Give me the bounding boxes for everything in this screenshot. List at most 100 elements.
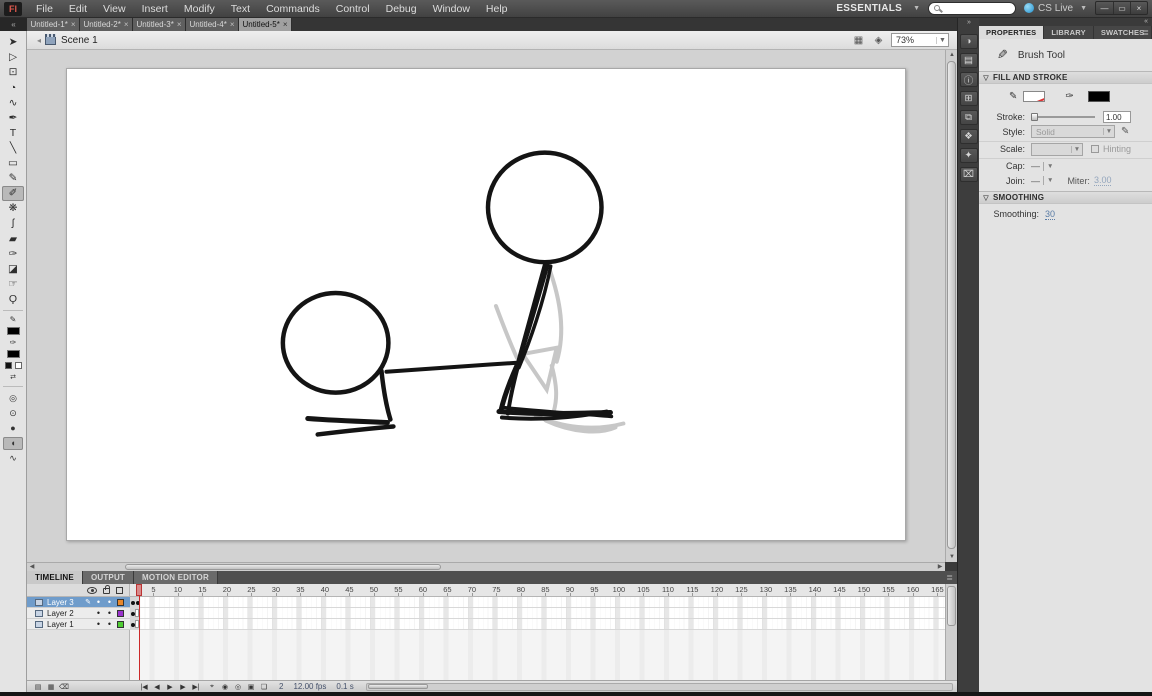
stroke-style-dropdown[interactable]: Solid ▼	[1031, 125, 1115, 138]
no-color-button[interactable]	[15, 362, 22, 369]
object-drawing-toggle[interactable]: ◎	[3, 392, 23, 405]
hinting-checkbox[interactable]	[1091, 145, 1099, 153]
toolbar-collapse-icon[interactable]: «	[0, 18, 27, 31]
layer-frame-row[interactable]	[130, 608, 945, 619]
eraser-tool[interactable]: ◪	[2, 261, 24, 276]
new-layer-button[interactable]: ▤	[33, 683, 43, 691]
playhead-marker[interactable]	[136, 584, 142, 596]
layer-frame-row[interactable]	[130, 619, 945, 630]
brush-shape-option[interactable]: ◖	[3, 437, 23, 450]
pasteboard[interactable]	[27, 50, 945, 562]
project-panel[interactable]: ⌧	[960, 167, 978, 182]
layer-name[interactable]: Layer 1	[47, 620, 83, 629]
scene-name[interactable]: Scene 1	[61, 35, 98, 46]
layer-frame-row[interactable]	[130, 597, 945, 608]
delete-layer-button[interactable]: ⌫	[59, 683, 69, 691]
step-back-button[interactable]: ◀	[152, 683, 162, 691]
tab-close-icon[interactable]: ×	[177, 20, 182, 29]
frames-horizontal-scrollbar[interactable]	[366, 683, 953, 691]
brush-tool[interactable]: ✐	[2, 186, 24, 201]
join-dropdown[interactable]: — ▼	[1031, 176, 1053, 186]
layer-visibility-dot[interactable]: •	[93, 621, 104, 627]
menu-item[interactable]: Modify	[176, 1, 223, 17]
menu-item[interactable]: Window	[425, 1, 478, 17]
scale-dropdown[interactable]: ▼	[1031, 143, 1083, 156]
new-folder-button[interactable]: ▦	[46, 683, 56, 691]
components-panel[interactable]: ❖	[960, 129, 978, 144]
properties-panel-menu-icon[interactable]: ≣	[1142, 28, 1149, 37]
back-arrow-icon[interactable]: ◂	[37, 36, 41, 45]
edit-scene-button[interactable]: ▦	[851, 34, 866, 46]
layer-color-chip[interactable]	[117, 610, 124, 617]
tab-close-icon[interactable]: ×	[71, 20, 76, 29]
cap-dropdown[interactable]: — ▼	[1031, 161, 1053, 171]
layer-visibility-dot[interactable]: •	[93, 610, 104, 616]
menu-item[interactable]: Debug	[378, 1, 425, 17]
timeline-scroll-thumb[interactable]	[947, 586, 956, 626]
smoothing-value[interactable]: 30	[1045, 209, 1055, 220]
rectangle-tool[interactable]: ▭	[2, 156, 24, 171]
timeline-tab[interactable]: TIMELINE	[27, 571, 83, 584]
fill-color-swatch[interactable]	[1088, 91, 1110, 102]
play-button[interactable]: ▶	[165, 683, 175, 691]
step-forward-button[interactable]: ▶	[178, 683, 188, 691]
stroke-color-swatch[interactable]	[1023, 91, 1045, 102]
lock-layers-icon[interactable]	[103, 588, 110, 594]
panel-collapse-icon[interactable]: «	[1144, 18, 1148, 26]
properties-tab[interactable]: PROPERTIES	[979, 26, 1044, 39]
cs-live-button[interactable]: CS Live ▼	[1024, 3, 1087, 14]
layer-color-chip[interactable]	[117, 599, 124, 606]
brush-smoothing-option[interactable]: ∿	[3, 452, 23, 465]
free-transform-tool[interactable]: ⊡	[2, 65, 24, 80]
timeline-panel-menu-icon[interactable]: ≣	[946, 573, 953, 582]
document-tab[interactable]: Untitled-1* ×	[27, 18, 80, 31]
paint-bucket-tool[interactable]: ▰	[2, 231, 24, 246]
slider-thumb[interactable]	[1031, 113, 1038, 121]
frames-scroll-thumb[interactable]	[368, 684, 428, 689]
frames-area[interactable]	[130, 597, 945, 680]
3d-rotation-tool[interactable]: ◔	[2, 80, 24, 95]
menu-item[interactable]: View	[95, 1, 134, 17]
timeline-vertical-scrollbar[interactable]	[945, 584, 957, 680]
stage-zoom-combo[interactable]: 73% ▼	[891, 33, 949, 47]
center-frame-button[interactable]: ⌖	[207, 683, 217, 691]
workspace-switcher[interactable]: ESSENTIALS	[836, 3, 902, 14]
onion-skin-button[interactable]: ◉	[220, 683, 230, 691]
goto-last-frame-button[interactable]: ▶|	[191, 683, 201, 691]
document-tab[interactable]: Untitled-2* ×	[80, 18, 133, 31]
selection-tool[interactable]: ➤	[2, 35, 24, 50]
edit-symbol-button[interactable]: ◈	[871, 34, 886, 46]
lock-fill-toggle[interactable]: ⊙	[3, 407, 23, 420]
smoothing-header[interactable]: ▽ SMOOTHING	[979, 191, 1152, 204]
deco-tool[interactable]: ❋	[2, 201, 24, 216]
tab-close-icon[interactable]: ×	[124, 20, 129, 29]
tab-close-icon[interactable]: ×	[230, 20, 235, 29]
timeline-ruler[interactable]: 5101520253035404550556065707580859095100…	[130, 584, 945, 597]
close-button[interactable]: ×	[1130, 2, 1147, 14]
text-tool[interactable]: T	[2, 126, 24, 141]
goto-first-frame-button[interactable]: |◀	[139, 683, 149, 691]
document-tab[interactable]: Untitled-3* ×	[133, 18, 186, 31]
motion-presets-panel[interactable]: ✦	[960, 148, 978, 163]
stroke-weight-slider[interactable]	[1031, 116, 1095, 118]
vertical-scroll-thumb[interactable]	[947, 61, 956, 549]
dock-collapse-icon[interactable]: »	[958, 18, 980, 28]
menu-item[interactable]: Help	[478, 1, 516, 17]
menu-item[interactable]: Control	[328, 1, 378, 17]
minimize-button[interactable]: —	[1096, 2, 1113, 14]
horizontal-scroll-thumb[interactable]	[125, 564, 441, 570]
layer-item[interactable]: Layer 1••	[27, 619, 130, 630]
bone-tool[interactable]: ʃ	[2, 216, 24, 231]
menu-item[interactable]: Insert	[134, 1, 176, 17]
subselection-tool[interactable]: ▷	[2, 50, 24, 65]
pen-tool[interactable]: ✒	[2, 110, 24, 125]
timeline-tab[interactable]: MOTION EDITOR	[134, 571, 218, 584]
default-colors-button[interactable]	[5, 362, 12, 369]
hand-tool[interactable]: ☞	[2, 277, 24, 292]
swap-colors-button[interactable]: ⇄	[10, 373, 16, 381]
zoom-tool[interactable]: Ϙ	[2, 292, 24, 307]
code-snippets-panel[interactable]: ⧉	[960, 110, 978, 125]
layer-item[interactable]: Layer 3✎••	[27, 597, 130, 608]
stroke-color-chip[interactable]	[7, 327, 20, 335]
frame-rate-indicator[interactable]: 12.00 fps	[293, 682, 326, 691]
